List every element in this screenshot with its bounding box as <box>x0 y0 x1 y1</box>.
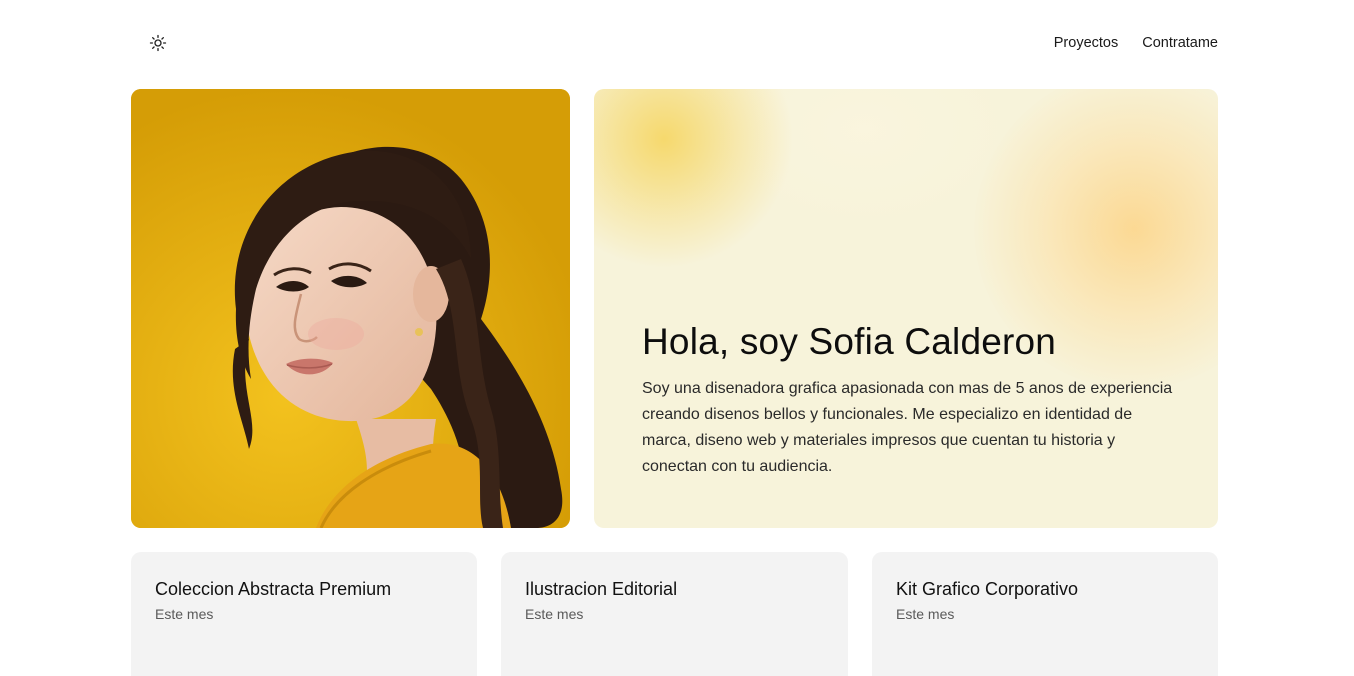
project-date: Este mes <box>525 606 584 622</box>
project-card[interactable]: Kit Grafico Corporativo Este mes <box>872 552 1218 676</box>
hero-intro-card: Hola, soy Sofia Calderon Soy una disenad… <box>594 89 1218 528</box>
project-title: Coleccion Abstracta Premium <box>155 579 392 599</box>
project-title: Ilustracion Editorial <box>525 579 678 599</box>
project-title: Kit Grafico Corporativo <box>896 579 1079 599</box>
project-date: Este mes <box>896 606 955 622</box>
hero-description: Soy una disenadora grafica apasionada co… <box>642 380 1173 475</box>
nav-link-proyectos[interactable]: Proyectos <box>1054 35 1118 51</box>
decorative-gradient <box>594 89 794 269</box>
project-date: Este mes <box>155 606 214 622</box>
page: Proyectos Contratame Hola, soy Sofia Cal… <box>0 0 1354 676</box>
sun-icon <box>149 34 167 52</box>
project-card[interactable]: Coleccion Abstracta Premium Este mes <box>131 552 477 676</box>
main-nav: Proyectos Contratame <box>1054 35 1218 51</box>
project-card[interactable]: Ilustracion Editorial Este mes <box>501 552 848 676</box>
hero-title: Hola, soy Sofia Calderon <box>642 321 1057 362</box>
site-header: Proyectos Contratame <box>131 28 1218 58</box>
profile-portrait <box>131 89 570 528</box>
nav-link-contratame[interactable]: Contratame <box>1142 35 1218 51</box>
theme-toggle-button[interactable] <box>143 28 173 58</box>
portrait-illustration <box>131 89 570 528</box>
